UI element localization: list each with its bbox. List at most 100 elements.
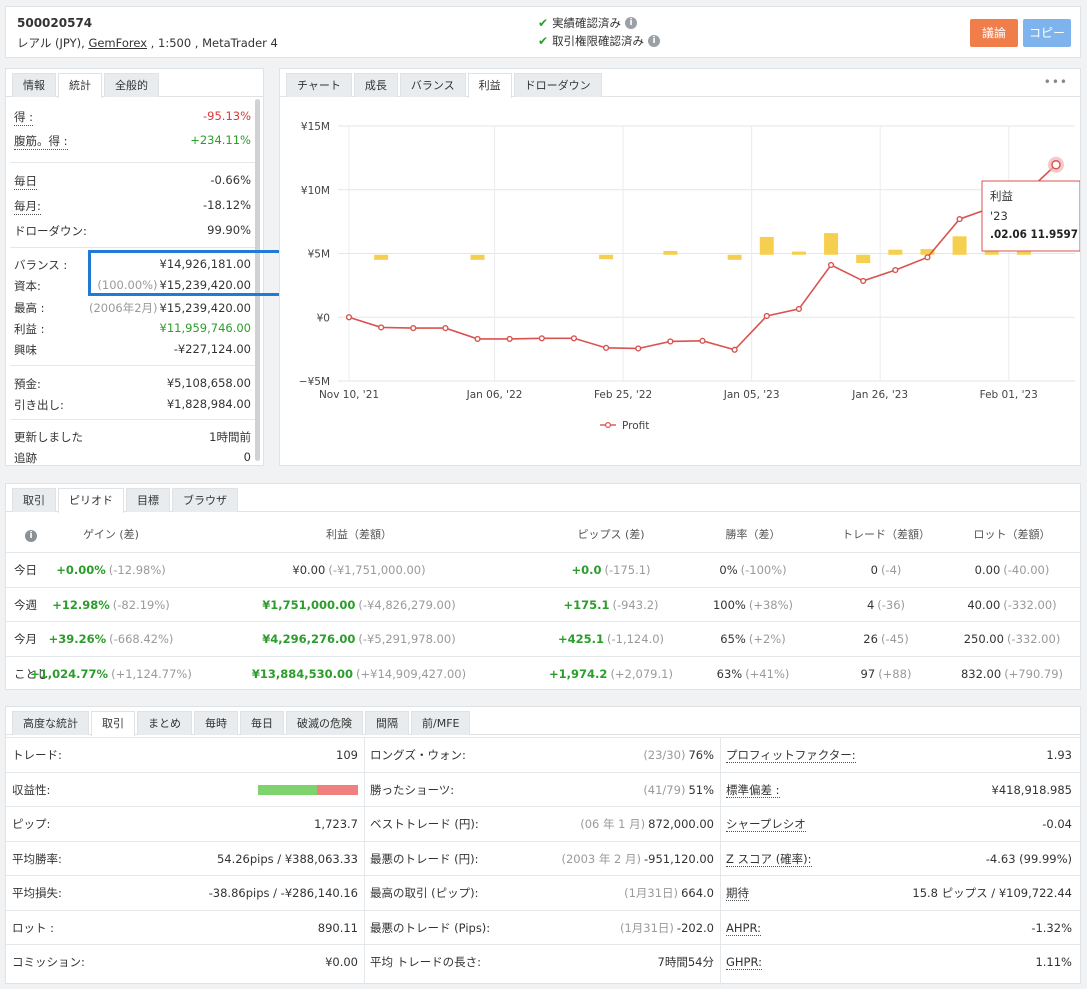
info-icon[interactable]: i — [625, 17, 638, 29]
more-menu-icon[interactable]: ••• — [1044, 75, 1068, 89]
data-point[interactable] — [763, 312, 770, 320]
data-point[interactable] — [860, 277, 867, 285]
data-point[interactable] — [474, 335, 481, 343]
advanced-row: ロット : 890.11 最悪のトレード (Pips): (1月31日) -202.0 A… — [6, 909, 1080, 945]
period-cell: +1,024.77% (+1,124.77%) — [1, 657, 221, 691]
data-point[interactable] — [1051, 160, 1061, 170]
advanced-tab-3[interactable]: 毎時 — [194, 711, 238, 735]
stats-row: ドローダウン: 99.90% — [14, 223, 251, 239]
data-point[interactable] — [635, 345, 642, 352]
advanced-tab-5[interactable]: 破滅の危険 — [286, 711, 363, 735]
period-diff: (-40.00) — [1003, 563, 1050, 577]
adv-label: 最悪のトレード (Pips): — [370, 920, 491, 935]
data-point[interactable] — [506, 335, 513, 343]
bar — [1016, 250, 1031, 255]
period-tab-1[interactable]: ピリオド — [58, 488, 124, 513]
data-point[interactable] — [956, 215, 963, 223]
adv-value: 7時間54分 — [658, 945, 714, 979]
advanced-tab-0[interactable]: 高度な統計 — [12, 711, 89, 735]
period-cell: 832.00 (+790.79) — [902, 657, 1087, 691]
stats-row: 腹筋。得 : +234.11% — [14, 133, 251, 150]
adv-label-text: GHPR: — [726, 955, 763, 970]
discuss-button[interactable]: 議論 — [970, 19, 1018, 47]
period-value: 100% — [712, 597, 746, 612]
data-point[interactable] — [924, 254, 931, 261]
data-point[interactable] — [827, 261, 835, 269]
stats-label: 興味 — [14, 343, 37, 357]
legend-label[interactable]: Profit — [622, 420, 649, 432]
adv-label: 最悪のトレード (円): — [370, 851, 479, 866]
advanced-tab-6[interactable]: 間隔 — [365, 711, 409, 735]
advanced-tab-2[interactable]: まとめ — [137, 711, 192, 735]
stats-divider — [10, 162, 255, 163]
stats-tab-2[interactable]: 全般的 — [104, 73, 159, 97]
account-type: レアル (JPY), — [17, 36, 89, 50]
adv-label: プロフィットファクター: — [726, 738, 856, 772]
adv-note: (1月31日) — [624, 886, 679, 900]
chart-tab-4[interactable]: ドローダウン — [513, 73, 602, 97]
period-tab-3[interactable]: ブラウザ — [172, 488, 238, 512]
stats-row: 追跡 0 — [14, 450, 251, 466]
period-value: ¥13,884,530.00 — [251, 666, 354, 681]
adv-value-text: -202.0 — [676, 920, 714, 935]
bar — [470, 254, 485, 260]
stats-value-text: -¥227,124.00 — [173, 342, 251, 356]
data-point[interactable] — [378, 324, 385, 331]
chart-tab-0[interactable]: チャート — [286, 73, 352, 97]
stats-value: ¥5,108,658.00 — [167, 376, 251, 390]
period-cell: 250.00 (-332.00) — [902, 622, 1087, 656]
advanced-tab-7[interactable]: 前/MFE — [411, 711, 471, 735]
stats-value-text: ¥1,828,984.00 — [166, 397, 251, 411]
stats-label: 資本: — [14, 279, 41, 293]
column-divider — [720, 737, 721, 985]
stats-label: 更新しました — [14, 430, 83, 444]
adv-label: 期待 — [726, 876, 749, 910]
stats-value: 0 — [244, 450, 251, 464]
stats-label: 利益 : — [14, 322, 45, 336]
period-tab-0[interactable]: 取引 — [12, 488, 56, 512]
stats-row: 引き出し: ¥1,828,984.00 — [14, 397, 251, 413]
data-point[interactable] — [570, 335, 578, 342]
broker-link[interactable]: GemForex — [88, 36, 147, 50]
track-record-verified-label: 実績確認済み — [552, 16, 622, 30]
adv-value-text: 76% — [688, 748, 714, 762]
adv-value: 1.11% — [1035, 955, 1072, 969]
check-icon: ✔ — [538, 34, 549, 48]
bar — [599, 254, 614, 260]
copy-button[interactable]: コピー — [1023, 19, 1071, 47]
adv-label: ロングズ・ウォン: — [370, 748, 466, 762]
chart-tab-1[interactable]: 成長 — [353, 73, 398, 97]
bar — [727, 254, 742, 260]
data-point[interactable] — [602, 344, 610, 351]
adv-label: トレード: — [12, 748, 62, 762]
period-value: 250.00 — [963, 632, 1004, 646]
tooltip-title: 利益 — [990, 189, 1013, 203]
adv-label: AHPR: — [726, 911, 761, 945]
stats-value: (2006年2月) ¥15,239,420.00 — [89, 300, 251, 316]
data-point[interactable] — [699, 337, 706, 344]
data-point[interactable] — [410, 324, 417, 332]
chart-tab-2[interactable]: バランス — [399, 73, 466, 97]
data-point[interactable] — [538, 335, 545, 342]
advanced-row: ピップ: 1,723.7 ベストトレード (円): (06 年 1 月) 872,000… — [6, 806, 1080, 841]
stats-tab-1[interactable]: 統計 — [58, 73, 102, 98]
stats-row: 預金: ¥5,108,658.00 — [14, 376, 251, 392]
data-point[interactable] — [442, 324, 449, 332]
adv-label-text: Z スコア (確率): — [726, 851, 812, 867]
stats-row: 利益 : ¥11,959,746.00 — [14, 321, 251, 337]
data-point[interactable] — [892, 266, 899, 274]
info-icon[interactable]: i — [648, 35, 661, 47]
advanced-tab-4[interactable]: 毎日 — [240, 711, 284, 735]
track-record-verified: ✔ 実績確認済み i — [538, 15, 638, 31]
chart-tab-3[interactable]: 利益 — [467, 73, 512, 98]
period-panel: 取引 ピリオド 目標 ブラウザ i ゲイン (差) 利益（差額） ピップス (差) 勝率（差）… — [5, 483, 1081, 690]
advanced-tab-1[interactable]: 取引 — [91, 711, 135, 736]
data-point[interactable] — [667, 338, 674, 345]
stats-value-text: -18.12% — [203, 198, 251, 212]
adv-value-text: -951,120.00 — [644, 851, 714, 866]
data-point[interactable] — [345, 314, 353, 321]
stats-tab-0[interactable]: 情報 — [12, 73, 56, 97]
data-point[interactable] — [795, 305, 803, 313]
data-point[interactable] — [731, 346, 738, 353]
period-tab-2[interactable]: 目標 — [126, 488, 170, 512]
